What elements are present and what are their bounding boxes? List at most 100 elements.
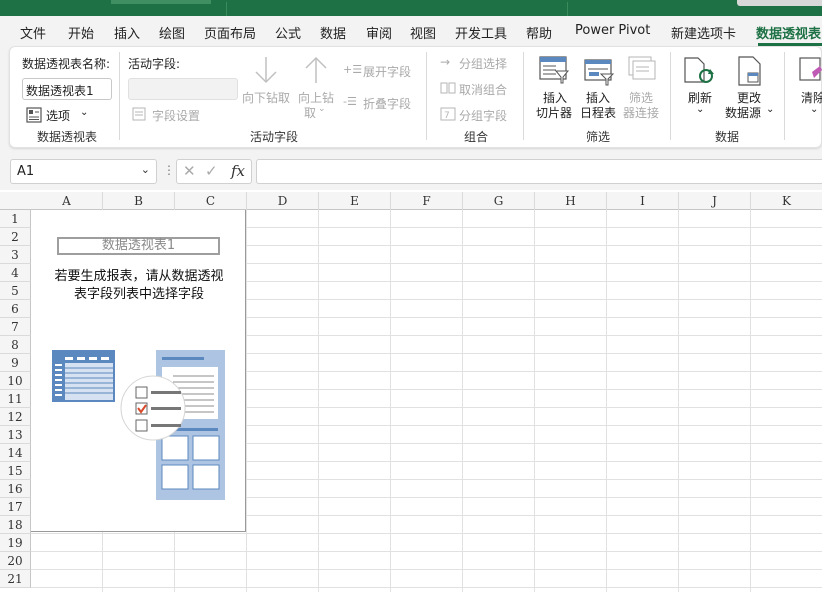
row-header[interactable]: 1 xyxy=(0,210,31,228)
group-label-filter: 筛选 xyxy=(586,130,611,144)
column-gridline xyxy=(390,210,391,592)
column-header[interactable]: H xyxy=(535,192,607,210)
row-header[interactable]: 9 xyxy=(0,354,31,372)
row-header[interactable]: 4 xyxy=(0,264,31,282)
row-header[interactable]: 6 xyxy=(0,300,31,318)
title-bar xyxy=(0,0,822,16)
drill-up-button-line2: 取 xyxy=(304,106,317,120)
pivot-name-input[interactable]: 数据透视表1 xyxy=(22,78,112,100)
tab-power-pivot[interactable]: Power Pivot xyxy=(575,23,650,38)
column-header[interactable]: E xyxy=(319,192,391,210)
insert-timeline-icon xyxy=(583,58,615,89)
tab-help[interactable]: 帮助 xyxy=(526,23,552,42)
column-header[interactable]: C xyxy=(175,192,247,210)
formula-bar-splitter[interactable]: ⋮ xyxy=(163,163,175,177)
row-header[interactable]: 20 xyxy=(0,552,31,570)
ungroup-button[interactable]: 取消组合 xyxy=(459,81,507,98)
row-header[interactable]: 16 xyxy=(0,480,31,498)
change-data-source-icon xyxy=(736,55,764,90)
clear-icon xyxy=(798,56,822,87)
column-headers: ABCDEFGHIJK xyxy=(0,192,822,210)
column-header[interactable]: B xyxy=(103,192,175,210)
name-box-chevron-icon[interactable]: ⌄ xyxy=(141,163,150,176)
row-header[interactable]: 17 xyxy=(0,498,31,516)
row-header[interactable]: 3 xyxy=(0,246,31,264)
column-header[interactable]: G xyxy=(463,192,535,210)
row-header[interactable]: 15 xyxy=(0,462,31,480)
group-selection-icon: → xyxy=(440,55,451,69)
change-data-source-chevron-icon[interactable]: ⌄ xyxy=(766,104,774,115)
filter-connections-button-line2: 器连接 xyxy=(623,106,660,120)
row-header[interactable]: 2 xyxy=(0,228,31,246)
tab-data[interactable]: 数据 xyxy=(320,23,346,42)
tab-pivottable-analyze[interactable]: 数据透视表 xyxy=(756,23,821,42)
pivot-table-name-label: 数据透视表1 xyxy=(57,237,220,255)
column-header[interactable]: A xyxy=(31,192,103,210)
column-header[interactable]: F xyxy=(391,192,463,210)
row-header[interactable]: 5 xyxy=(0,282,31,300)
column-header[interactable]: J xyxy=(679,192,751,210)
tab-draw[interactable]: 绘图 xyxy=(159,23,185,42)
row-header[interactable]: 13 xyxy=(0,426,31,444)
row-header[interactable]: 14 xyxy=(0,444,31,462)
tab-review[interactable]: 审阅 xyxy=(366,23,392,42)
search-box-area[interactable] xyxy=(226,2,568,16)
row-header[interactable]: 11 xyxy=(0,390,31,408)
group-field-button[interactable]: 分组字段 xyxy=(459,107,507,124)
insert-slicer-button-line2: 切片器 xyxy=(536,106,573,120)
tab-view[interactable]: 视图 xyxy=(410,23,436,42)
tab-home[interactable]: 开始 xyxy=(68,23,94,42)
group-label-group: 组合 xyxy=(464,130,489,144)
row-header[interactable]: 21 xyxy=(0,570,31,588)
drill-down-button[interactable]: 向下钻取 xyxy=(242,89,290,106)
row-header[interactable]: 19 xyxy=(0,534,31,552)
tab-file[interactable]: 文件 xyxy=(20,23,46,42)
expand-field-button[interactable]: 展开字段 xyxy=(363,63,411,80)
tab-page-layout[interactable]: 页面布局 xyxy=(204,23,256,42)
name-box[interactable]: A1 ⌄ xyxy=(10,159,157,184)
clear-chevron-icon[interactable]: ⌄ xyxy=(810,104,818,115)
insert-function-button[interactable]: fx xyxy=(231,162,245,180)
row-header[interactable]: 10 xyxy=(0,372,31,390)
field-settings-button[interactable]: 字段设置 xyxy=(152,107,200,124)
row-gridline xyxy=(31,551,822,552)
tab-new-tab[interactable]: 新建选项卡 xyxy=(671,23,736,42)
row-header[interactable]: 12 xyxy=(0,408,31,426)
options-button[interactable]: 选项 xyxy=(46,107,70,124)
collapse-field-button[interactable]: 折叠字段 xyxy=(363,95,411,112)
group-label-active-field: 活动字段 xyxy=(250,130,299,144)
filter-connections-icon xyxy=(627,55,659,88)
formula-input[interactable] xyxy=(256,159,822,184)
pivot-table-placeholder[interactable] xyxy=(31,210,246,532)
refresh-chevron-icon[interactable]: ⌄ xyxy=(696,104,704,115)
tab-insert[interactable]: 插入 xyxy=(114,23,140,42)
options-chevron-icon[interactable]: ⌄ xyxy=(80,107,88,118)
refresh-icon xyxy=(682,56,716,89)
change-data-source-button-line2: 数据源 xyxy=(725,106,762,120)
group-selection-button[interactable]: 分组选择 xyxy=(459,55,507,72)
cancel-icon[interactable]: ✕ xyxy=(183,162,196,180)
row-header[interactable]: 7 xyxy=(0,318,31,336)
drill-down-icon xyxy=(253,55,279,88)
column-header[interactable]: D xyxy=(247,192,319,210)
row-gridline xyxy=(31,569,822,570)
pivot-illustration-icon xyxy=(52,350,225,500)
group-field-icon: 7 xyxy=(440,107,456,124)
column-header[interactable]: K xyxy=(751,192,822,210)
column-gridline xyxy=(678,210,679,592)
active-field-input[interactable] xyxy=(128,78,238,100)
tab-formulas[interactable]: 公式 xyxy=(275,23,301,42)
column-header[interactable]: I xyxy=(607,192,679,210)
column-gridline xyxy=(462,210,463,592)
row-header[interactable]: 18 xyxy=(0,516,31,534)
active-field-label: 活动字段: xyxy=(128,57,181,71)
group-label-data: 数据 xyxy=(715,130,740,144)
account-area[interactable] xyxy=(737,0,822,6)
row-gridline xyxy=(31,533,822,534)
name-box-value: A1 xyxy=(17,164,35,179)
pivot-name-label: 数据透视表名称: xyxy=(22,57,111,71)
enter-icon[interactable]: ✓ xyxy=(205,162,218,180)
row-header[interactable]: 8 xyxy=(0,336,31,354)
column-gridline xyxy=(246,210,247,592)
tab-developer[interactable]: 开发工具 xyxy=(455,23,507,42)
